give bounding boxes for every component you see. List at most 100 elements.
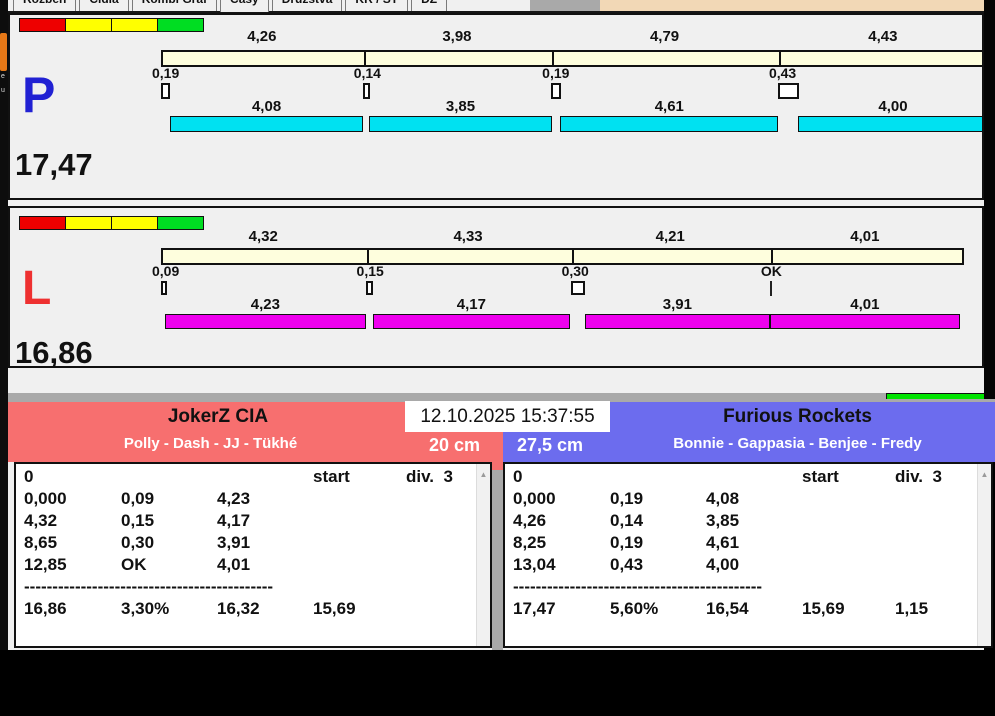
table-header-row: 0 start div. 3 xyxy=(513,467,973,489)
table-cell: 3,85 xyxy=(706,511,740,530)
gap-marker-box xyxy=(365,281,373,295)
status-indicator-box xyxy=(111,18,158,32)
split-time-label: 4,01 xyxy=(850,228,880,245)
status-indicator-box xyxy=(65,216,112,230)
table-cell: 0,19 xyxy=(610,533,644,552)
gap-time-label: 0,09 xyxy=(152,263,180,279)
table-cell: 0,15 xyxy=(121,511,155,530)
tabbar-bottom-line xyxy=(8,11,985,13)
lane-panel-right-team: P 17,47 4,26 0,19 4,08 3,98 0,14 3,85 4,79 0,19 4,… xyxy=(8,13,984,200)
table-cell: 0,000 xyxy=(513,489,556,508)
gap-time-label: 0,15 xyxy=(356,263,384,279)
status-indicator-box xyxy=(111,216,158,230)
edge-letter-2: u xyxy=(1,87,5,94)
jump-height-right: 27,5 cm xyxy=(516,435,584,455)
table-cell: div. 3 xyxy=(406,467,453,486)
clean-time-label: 4,01 xyxy=(850,296,880,313)
table-cell: 0,19 xyxy=(610,489,644,508)
table-row: 8,65 0,30 3,91 xyxy=(24,533,472,555)
table-cell xyxy=(406,511,472,533)
table-cell: 4,00 xyxy=(706,555,740,574)
scrollbar[interactable]: ▲ xyxy=(977,464,991,646)
table-cell: 16,32 xyxy=(217,599,260,618)
status-indicator-box xyxy=(65,18,112,32)
right-edge-black-strip xyxy=(984,0,995,399)
clean-time-bar-segment xyxy=(169,116,364,132)
table-cell: 4,26 xyxy=(513,511,547,530)
table-cell: 16,86 xyxy=(24,599,67,618)
result-table-left: 0 start div. 3 0,000 0,09 4,23 4,32 0,15 4,17 8,6… xyxy=(14,462,492,648)
gap-time-label: OK xyxy=(760,263,782,279)
table-cell xyxy=(895,511,973,533)
clean-time-label: 3,91 xyxy=(662,296,692,313)
table-cell xyxy=(706,467,802,489)
table-cell: 3,91 xyxy=(217,533,251,552)
table-cell: 4,32 xyxy=(24,511,58,530)
clean-time-bar-segment xyxy=(369,116,552,132)
status-indicator-box xyxy=(157,216,204,230)
table-cell: 8,25 xyxy=(513,533,547,552)
table-cell: 8,65 xyxy=(24,533,58,552)
gap-marker-box xyxy=(161,83,171,99)
clean-time-bar-segment xyxy=(769,314,960,329)
gap-marker-box xyxy=(161,281,167,295)
table-separator: ----------------------------------------… xyxy=(513,577,763,596)
team-name-right: Furious Rockets xyxy=(723,406,872,427)
table-cell: 0,09 xyxy=(121,489,155,508)
table-cell: 4,17 xyxy=(217,511,251,530)
datetime-display: 12.10.2025 15:37:55 xyxy=(405,401,610,432)
table-cell: 0,14 xyxy=(610,511,644,530)
table-row: 4,26 0,14 3,85 xyxy=(513,511,973,533)
gap-time-label: 0,14 xyxy=(353,65,381,81)
gap-ok-tick xyxy=(769,281,772,296)
app-window: RozběhČidlaKombi GrafČasyDružstvaKR / ST… xyxy=(0,0,995,716)
table-cell: OK xyxy=(121,555,147,574)
table-cell: 1,15 xyxy=(895,599,929,618)
table-cell xyxy=(121,467,217,489)
table-cell xyxy=(313,555,406,577)
table-divider-red-notch xyxy=(492,462,503,470)
table-cell: 0 xyxy=(513,467,523,486)
table-row: 8,25 0,19 4,61 xyxy=(513,533,973,555)
clean-time-label: 4,00 xyxy=(878,98,908,115)
table-cell: start xyxy=(313,467,350,486)
table-cell xyxy=(313,489,406,511)
table-cell: 4,23 xyxy=(217,489,251,508)
split-divider xyxy=(770,250,773,263)
table-cell: 17,47 xyxy=(513,599,556,618)
table-cell: 0,000 xyxy=(24,489,67,508)
team-members-right: Bonnie - Gappasia - Benjee - Fredy xyxy=(673,435,922,452)
table-cell xyxy=(610,467,706,489)
split-time-label: 4,32 xyxy=(248,228,278,245)
result-table-right: 0 start div. 3 0,000 0,19 4,08 4,26 0,14 3,85 8,2… xyxy=(503,462,993,648)
split-divider xyxy=(366,250,369,263)
table-separator: ----------------------------------------… xyxy=(24,577,274,596)
split-time-label: 4,26 xyxy=(247,28,277,45)
gap-time-label: 0,19 xyxy=(152,65,180,81)
scrollbar[interactable]: ▲ xyxy=(476,464,490,646)
table-row: 0,000 0,19 4,08 xyxy=(513,489,973,511)
scroll-up-icon[interactable]: ▲ xyxy=(477,464,490,479)
split-time-label: 4,33 xyxy=(453,228,483,245)
split-time-label: 4,21 xyxy=(655,228,685,245)
gap-marker-box xyxy=(362,83,370,99)
table-cell: start xyxy=(802,467,839,486)
lane-letter: L xyxy=(22,262,52,315)
clean-time-label: 4,61 xyxy=(654,98,684,115)
split-divider xyxy=(552,52,555,65)
table-cell xyxy=(895,555,973,577)
table-cell: 13,04 xyxy=(513,555,556,574)
jump-height-left: 20 cm xyxy=(428,435,480,455)
scroll-up-icon[interactable]: ▲ xyxy=(978,464,991,479)
table-cell: 0,43 xyxy=(610,555,644,574)
table-cell xyxy=(313,533,406,555)
lane-total-time: 16,86 xyxy=(15,335,93,368)
split-divider xyxy=(363,52,366,65)
table-cell: div. 3 xyxy=(895,467,942,486)
table-cell: 15,69 xyxy=(802,599,845,618)
gap-time-label: 0,19 xyxy=(542,65,570,81)
team-members-left: Polly - Dash - JJ - Tükhé xyxy=(123,435,298,452)
table-cell xyxy=(406,533,472,555)
split-divider xyxy=(571,250,574,263)
tab--asy[interactable]: Časy xyxy=(220,0,269,12)
